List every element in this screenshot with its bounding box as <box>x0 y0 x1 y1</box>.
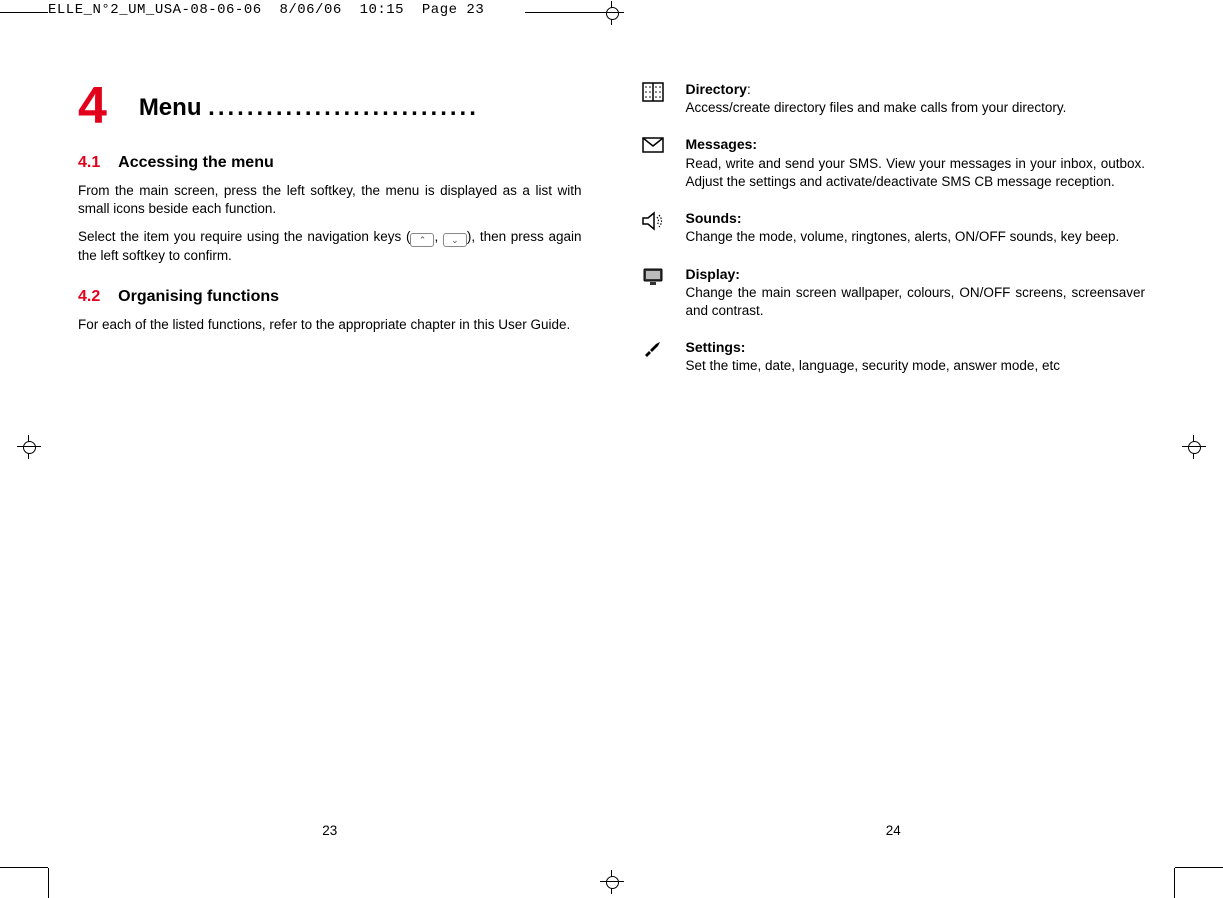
feature-text: Directory: Access/create directory files… <box>686 80 1146 117</box>
text: Select the item you require using the na… <box>78 229 410 244</box>
section-title: Accessing the menu <box>118 154 274 171</box>
feature-title: Sounds: <box>686 210 742 226</box>
chapter-dots: ............................ <box>208 94 479 121</box>
crop-line <box>1174 868 1175 898</box>
feature-text: Settings: Set the time, date, language, … <box>686 338 1146 375</box>
feature-desc: Change the mode, volume, ringtones, aler… <box>686 229 1120 244</box>
paragraph: From the main screen, press the left sof… <box>78 182 582 218</box>
registration-mark-icon <box>20 438 38 459</box>
feature-sep: : <box>747 82 751 97</box>
feature-sounds: Sounds: Change the mode, volume, rington… <box>642 209 1146 246</box>
feature-desc: Read, write and send your SMS. View your… <box>686 156 1146 189</box>
nav-key-up-icon: ⌃ <box>410 233 434 247</box>
page-number: 24 <box>612 823 1176 838</box>
page-spread: 4 Menu ............................ 4.1 … <box>48 60 1175 838</box>
crop-filename: ELLE_N°2_UM_USA-08-06-06 <box>48 2 262 18</box>
paragraph: Select the item you require using the na… <box>78 228 582 265</box>
feature-text: Display: Change the main screen wallpape… <box>686 265 1146 321</box>
feature-desc: Change the main screen wallpaper, colour… <box>686 285 1146 318</box>
feature-desc: Set the time, date, language, security m… <box>686 358 1060 373</box>
feature-text: Sounds: Change the mode, volume, rington… <box>686 209 1146 246</box>
page-number: 23 <box>48 823 612 838</box>
registration-mark-icon <box>603 4 621 25</box>
directory-icon <box>642 80 666 117</box>
crop-line <box>0 867 48 868</box>
page-right: Directory: Access/create directory files… <box>612 60 1176 838</box>
feature-messages: Messages: Read, write and send your SMS.… <box>642 135 1146 191</box>
crop-header: ELLE_N°2_UM_USA-08-06-06 8/06/06 10:15 P… <box>48 2 484 18</box>
crop-line <box>0 12 48 13</box>
feature-title: Settings: <box>686 339 746 355</box>
crop-time: 10:15 <box>360 2 405 18</box>
registration-mark-icon <box>603 873 621 894</box>
feature-settings: Settings: Set the time, date, language, … <box>642 338 1146 375</box>
registration-mark-icon <box>1185 438 1203 459</box>
crop-line <box>48 868 49 898</box>
feature-directory: Directory: Access/create directory files… <box>642 80 1146 117</box>
feature-text: Messages: Read, write and send your SMS.… <box>686 135 1146 191</box>
section: 4.2 Organising functions For each of the… <box>78 288 582 334</box>
sounds-icon <box>642 209 666 246</box>
chapter-heading: 4 Menu ............................ <box>78 80 582 132</box>
feature-desc: Access/create directory files and make c… <box>686 100 1067 115</box>
paragraph: For each of the listed functions, refer … <box>78 316 582 334</box>
feature-title: Messages: <box>686 136 758 152</box>
feature-display: Display: Change the main screen wallpape… <box>642 265 1146 321</box>
display-icon <box>642 265 666 321</box>
section-title: Organising functions <box>118 288 279 305</box>
section-number: 4.1 <box>78 154 100 171</box>
text: , <box>434 229 442 244</box>
feature-title: Directory <box>686 81 747 97</box>
section: 4.1 Accessing the menu From the main scr… <box>78 154 582 266</box>
crop-date: 8/06/06 <box>279 2 341 18</box>
section-number: 4.2 <box>78 288 100 305</box>
feature-title: Display: <box>686 266 740 282</box>
messages-icon <box>642 135 666 191</box>
crop-line <box>525 12 603 13</box>
crop-pagetag: Page 23 <box>422 2 484 18</box>
crop-line <box>1175 867 1223 868</box>
chapter-title: Menu <box>139 94 202 121</box>
page-left: 4 Menu ............................ 4.1 … <box>48 60 612 838</box>
settings-icon <box>642 338 666 375</box>
nav-key-down-icon: ⌄ <box>443 233 467 247</box>
chapter-number: 4 <box>78 80 107 132</box>
